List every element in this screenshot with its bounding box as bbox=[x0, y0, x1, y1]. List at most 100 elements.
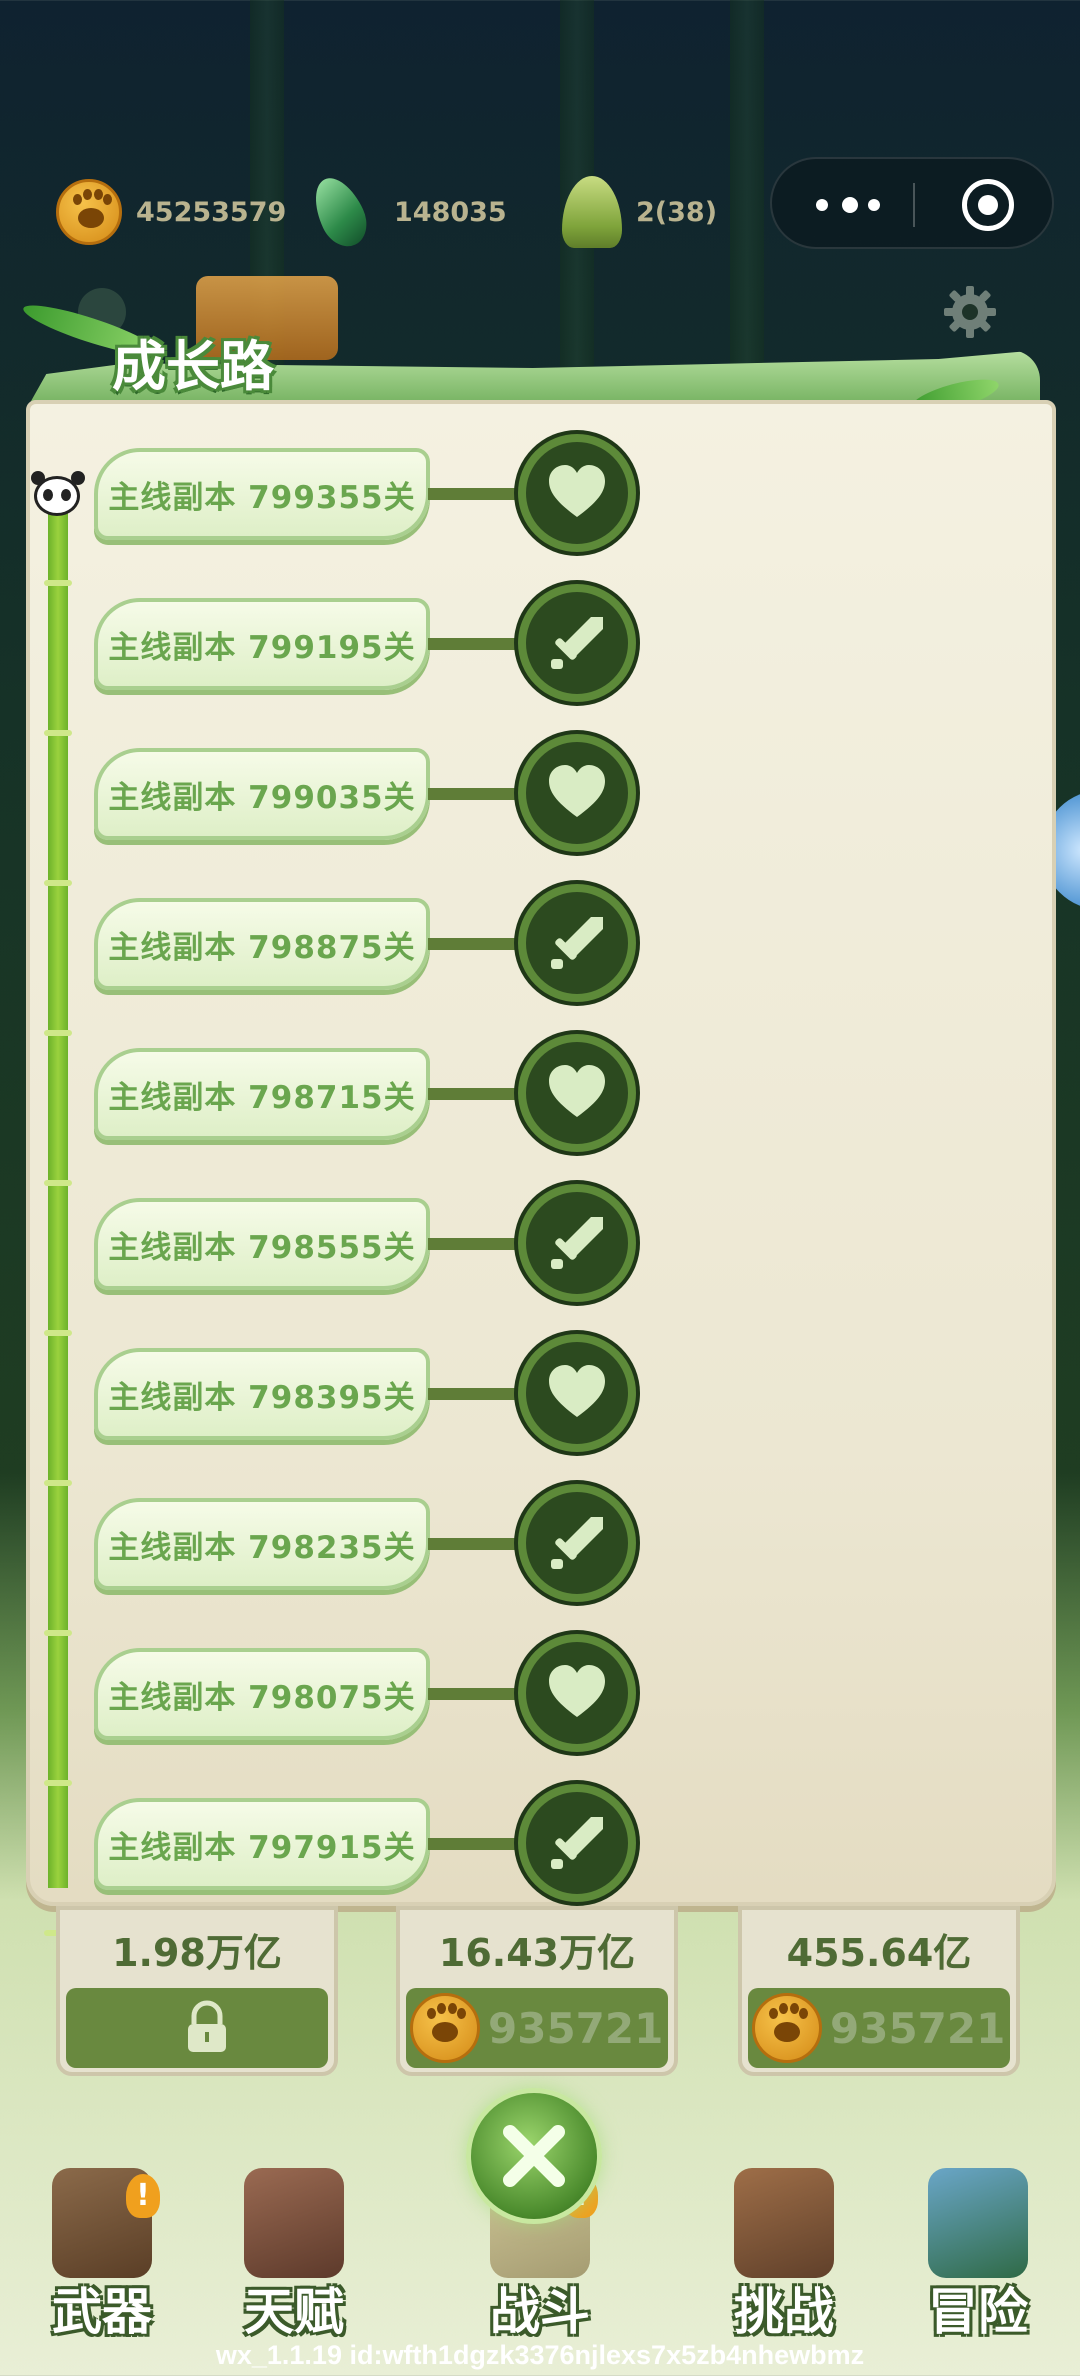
paw-coin-icon bbox=[410, 1993, 480, 2063]
bamboo-node bbox=[44, 880, 72, 886]
stage-connector bbox=[428, 1238, 528, 1250]
paw-coin-icon bbox=[752, 1993, 822, 2063]
stage-connector bbox=[428, 938, 528, 950]
sword-icon bbox=[551, 1817, 603, 1869]
card-price-button[interactable]: 93572115 bbox=[406, 1988, 668, 2068]
bamboo-node bbox=[44, 1180, 72, 1186]
heart-icon bbox=[549, 1365, 605, 1417]
card-value: 1.98万亿 bbox=[112, 1931, 282, 1975]
heart-icon bbox=[549, 1065, 605, 1117]
stage-label[interactable]: 主线副本 799355关 bbox=[94, 448, 430, 540]
lock-icon bbox=[188, 2000, 226, 2052]
leaf-gem-counter: 148035 bbox=[304, 170, 507, 254]
mountain-map-icon bbox=[928, 2168, 1028, 2278]
stage-row: 主线副本 798715关 bbox=[94, 1034, 636, 1154]
bamboo-node bbox=[44, 1330, 72, 1336]
stage-reward-button[interactable] bbox=[518, 1034, 636, 1152]
upgrade-card[interactable]: 1.98万亿 bbox=[56, 1906, 338, 2076]
stage-reward-button[interactable] bbox=[518, 1334, 636, 1452]
build-id-text: wx_1.1.19 id:wfth1dgzk3376njlexs7x5zb4nh… bbox=[215, 2340, 865, 2370]
more-menu-icon[interactable] bbox=[812, 183, 882, 227]
card-price: 93572115 bbox=[488, 2003, 668, 2053]
close-panel-button[interactable] bbox=[466, 2088, 602, 2224]
upgrade-card[interactable]: 455.64亿 93572115 bbox=[738, 1906, 1020, 2076]
close-miniprogram-icon[interactable] bbox=[962, 179, 1014, 231]
stage-reward-button[interactable] bbox=[518, 734, 636, 852]
bamboo-shoot-icon bbox=[562, 176, 622, 248]
paw-coin-counter: 45253579 bbox=[56, 172, 286, 252]
stage-reward-button[interactable] bbox=[518, 884, 636, 1002]
stage-reward-button[interactable] bbox=[518, 434, 636, 552]
leaf-gem-icon bbox=[304, 170, 376, 254]
stage-label[interactable]: 主线副本 798075关 bbox=[94, 1648, 430, 1740]
stage-connector bbox=[428, 1688, 528, 1700]
bamboo-node bbox=[44, 1030, 72, 1036]
sword-icon bbox=[551, 1517, 603, 1569]
stage-label[interactable]: 主线副本 798235关 bbox=[94, 1498, 430, 1590]
heart-icon bbox=[549, 465, 605, 517]
book-icon bbox=[244, 2168, 344, 2278]
upgrade-card[interactable]: 16.43万亿 93572115 bbox=[396, 1906, 678, 2076]
nav-label: 天赋 bbox=[244, 2283, 344, 2341]
stage-label[interactable]: 主线副本 799195关 bbox=[94, 598, 430, 690]
stage-row: 主线副本 799355关 bbox=[94, 434, 636, 554]
miniprogram-capsule bbox=[770, 157, 1054, 249]
stage-connector bbox=[428, 788, 528, 800]
stage-reward-button[interactable] bbox=[518, 1484, 636, 1602]
stage-reward-button[interactable] bbox=[518, 1634, 636, 1752]
nav-weapon[interactable]: ! 武器 bbox=[22, 2168, 182, 2341]
nav-label: 冒险 bbox=[928, 2283, 1028, 2341]
bamboo-node bbox=[44, 730, 72, 736]
stage-connector bbox=[428, 1088, 528, 1100]
card-value: 16.43万亿 bbox=[438, 1931, 636, 1975]
stage-label[interactable]: 主线副本 798555关 bbox=[94, 1198, 430, 1290]
stage-row: 主线副本 797915关 bbox=[94, 1784, 636, 1904]
stage-label[interactable]: 主线副本 799035关 bbox=[94, 748, 430, 840]
stage-connector bbox=[428, 1538, 528, 1550]
close-icon bbox=[503, 2125, 565, 2187]
panda-marker-icon bbox=[31, 471, 80, 516]
stage-connector bbox=[428, 1838, 528, 1850]
wooden-dummy-icon bbox=[734, 2168, 834, 2278]
stage-label[interactable]: 主线副本 798875关 bbox=[94, 898, 430, 990]
stage-label[interactable]: 主线副本 798395关 bbox=[94, 1348, 430, 1440]
stage-row: 主线副本 798555关 bbox=[94, 1184, 636, 1304]
bamboo-node bbox=[44, 1480, 72, 1486]
bamboo-node bbox=[44, 1780, 72, 1786]
stage-reward-button[interactable] bbox=[518, 1184, 636, 1302]
bamboo-shoot-value: 2(38) bbox=[636, 196, 718, 228]
sword-icon bbox=[551, 1217, 603, 1269]
stage-label[interactable]: 主线副本 798715关 bbox=[94, 1048, 430, 1140]
alert-badge: ! bbox=[126, 2174, 160, 2218]
stage-row: 主线副本 798075关 bbox=[94, 1634, 636, 1754]
panel-title: 成长路 bbox=[112, 335, 274, 398]
stage-reward-button[interactable] bbox=[518, 1784, 636, 1902]
nav-label: 武器 bbox=[52, 2283, 152, 2341]
leaf-gem-value: 148035 bbox=[394, 196, 507, 228]
heart-icon bbox=[549, 1665, 605, 1717]
nav-challenge[interactable]: 挑战 bbox=[704, 2168, 864, 2341]
sword-icon bbox=[551, 917, 603, 969]
paw-coin-icon bbox=[56, 179, 122, 245]
capsule-divider bbox=[913, 183, 915, 227]
bamboo-node bbox=[44, 1630, 72, 1636]
bamboo-shoot-counter: 2(38) bbox=[562, 172, 717, 252]
card-price: 93572115 bbox=[830, 2003, 1010, 2053]
paw-coin-value: 45253579 bbox=[136, 196, 287, 228]
bamboo-node bbox=[44, 580, 72, 586]
stage-row: 主线副本 799195关 bbox=[94, 584, 636, 704]
nav-adventure[interactable]: 冒险 bbox=[898, 2168, 1058, 2341]
gear-icon[interactable] bbox=[940, 282, 1000, 342]
stage-reward-button[interactable] bbox=[518, 584, 636, 702]
progress-bamboo-track bbox=[48, 510, 68, 1888]
heart-icon bbox=[549, 765, 605, 817]
nav-talent[interactable]: 天赋 bbox=[214, 2168, 374, 2341]
nav-label: 战斗 bbox=[490, 2283, 590, 2341]
stage-connector bbox=[428, 1388, 528, 1400]
sword-icon bbox=[551, 617, 603, 669]
stage-row: 主线副本 798235关 bbox=[94, 1484, 636, 1604]
stage-connector bbox=[428, 638, 528, 650]
card-value: 455.64亿 bbox=[786, 1931, 972, 1975]
card-price-button[interactable]: 93572115 bbox=[748, 1988, 1010, 2068]
stage-label[interactable]: 主线副本 797915关 bbox=[94, 1798, 430, 1890]
